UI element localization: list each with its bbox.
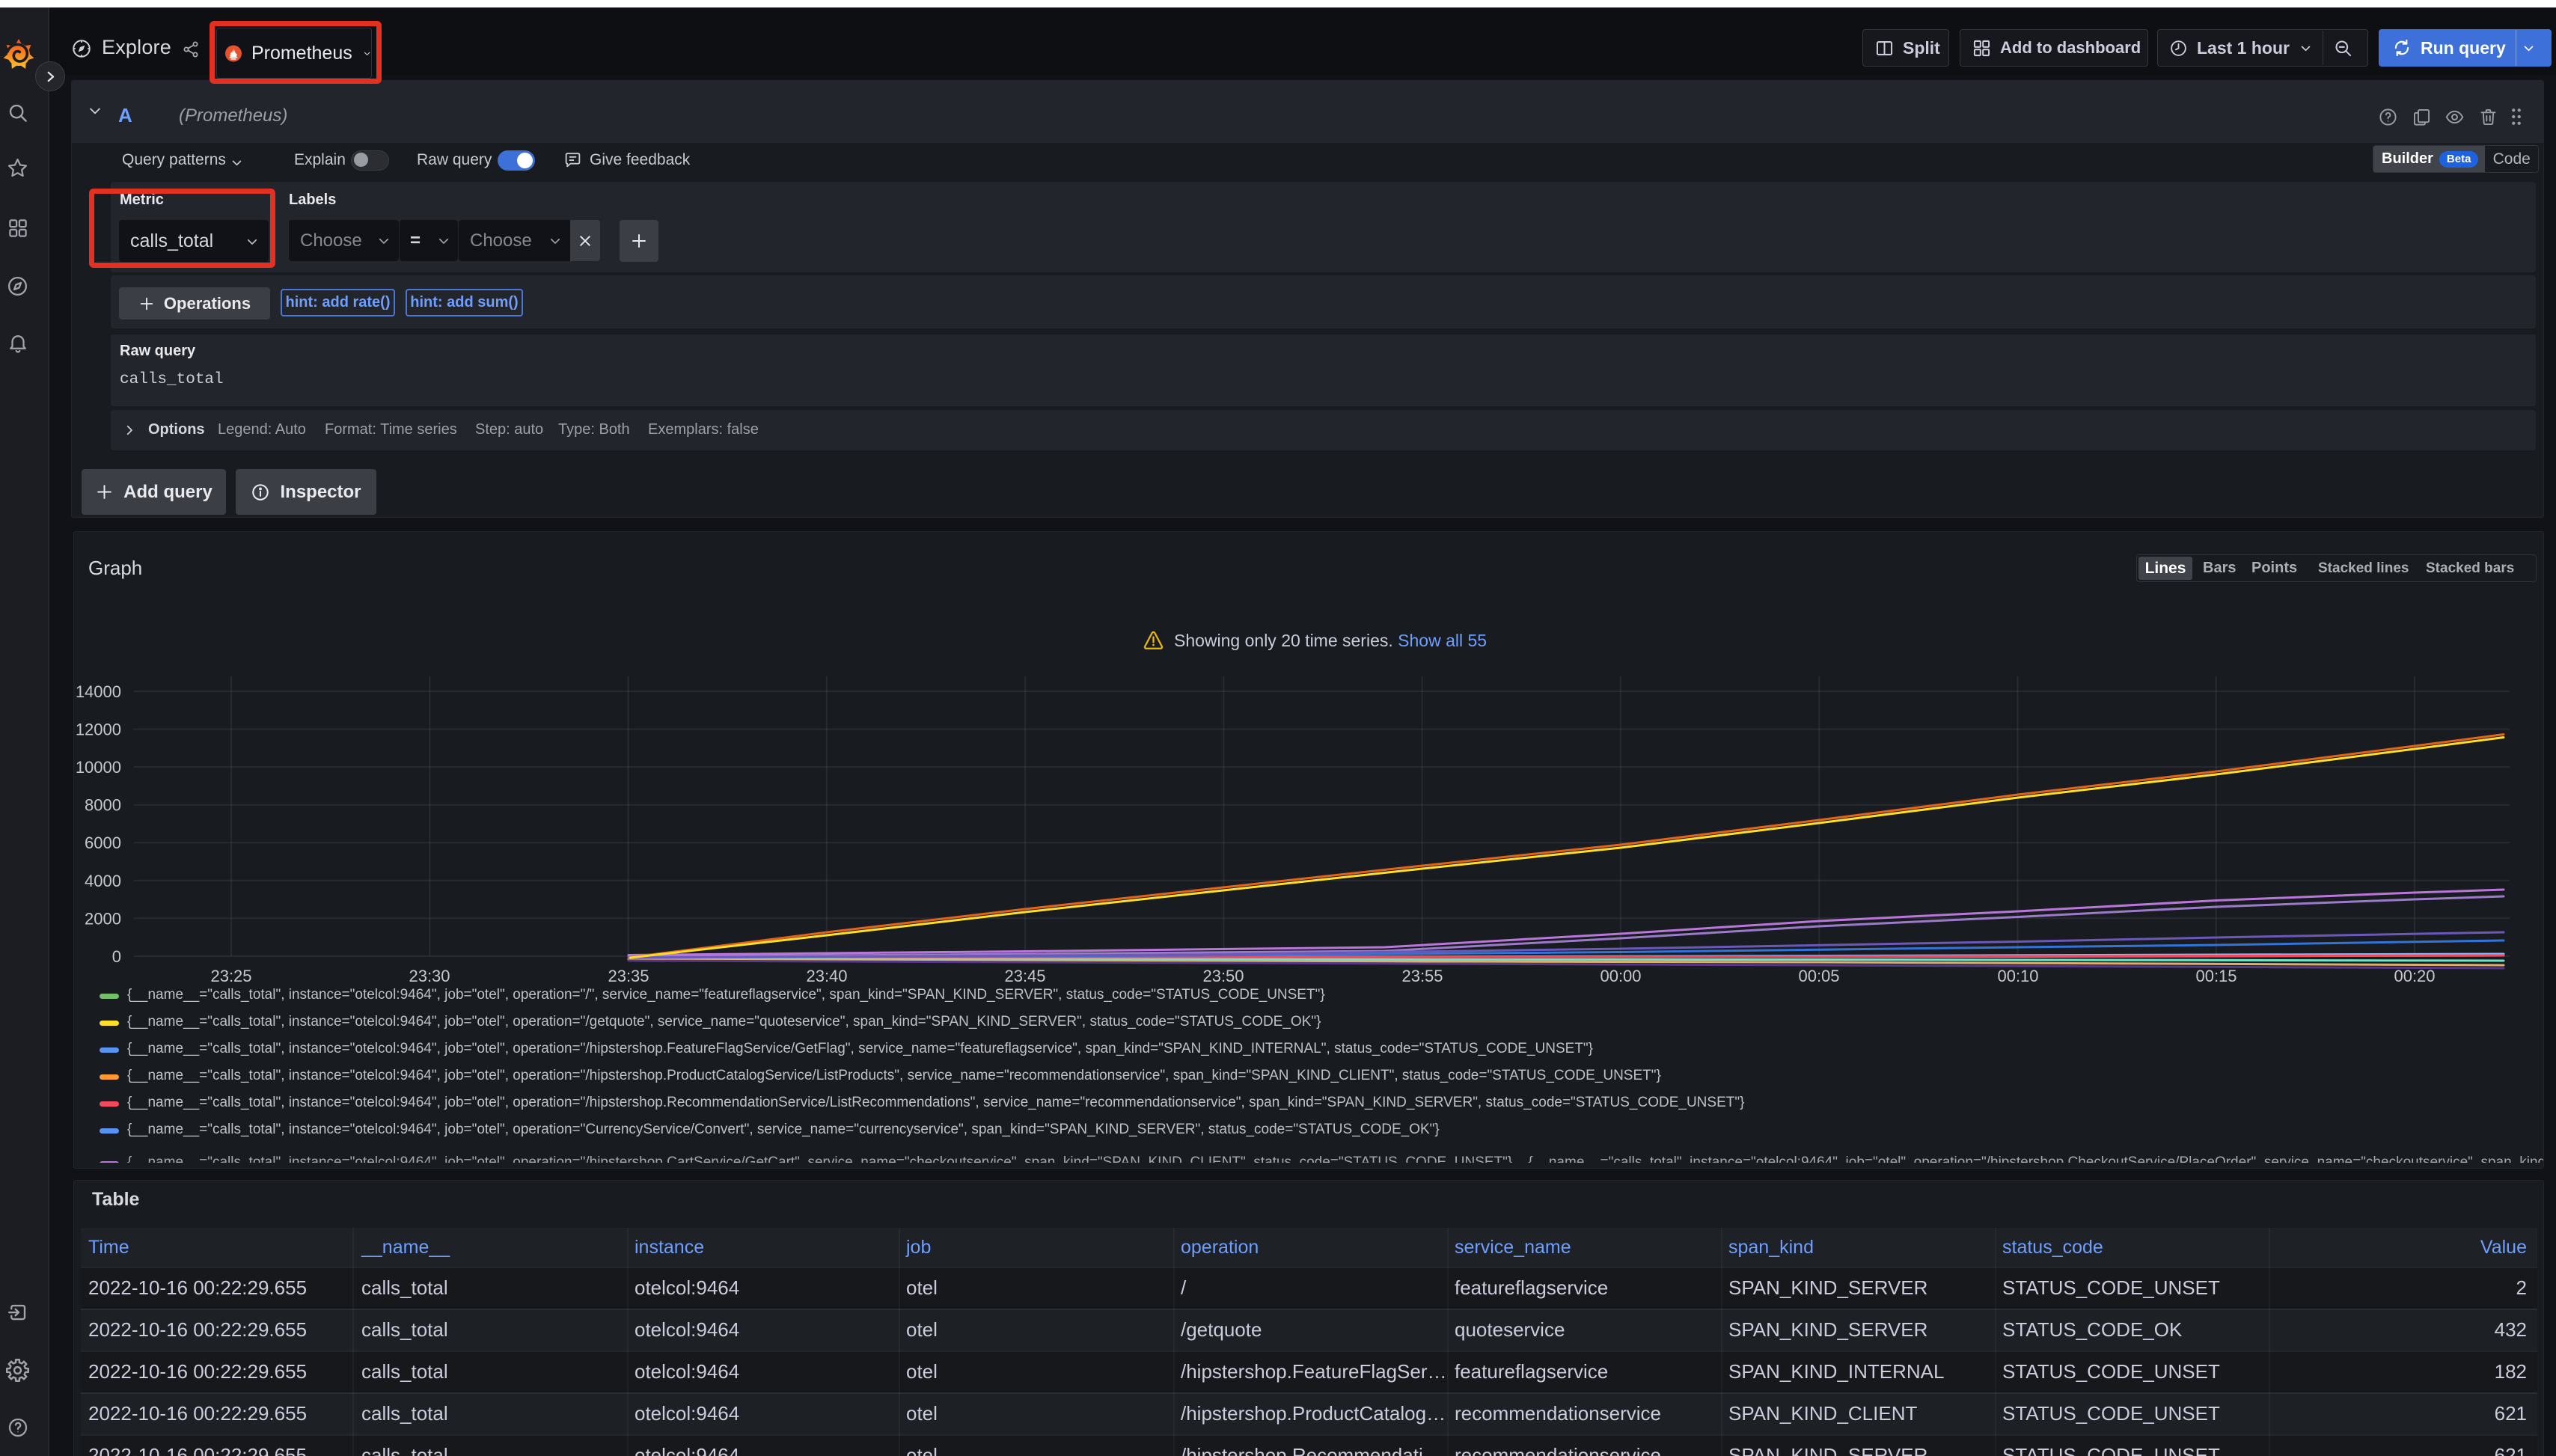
svg-text:2000: 2000 (85, 909, 121, 928)
svg-text:6000: 6000 (85, 833, 121, 852)
svg-text:23:40: 23:40 (806, 967, 847, 985)
svg-text:23:30: 23:30 (409, 967, 450, 985)
svg-text:23:50: 23:50 (1202, 967, 1244, 985)
svg-text:14000: 14000 (76, 682, 121, 701)
svg-text:23:25: 23:25 (210, 967, 251, 985)
svg-text:23:35: 23:35 (608, 967, 649, 985)
svg-text:00:20: 00:20 (2394, 967, 2435, 985)
svg-text:12000: 12000 (76, 721, 121, 739)
svg-text:10000: 10000 (76, 758, 121, 777)
svg-text:00:00: 00:00 (1600, 967, 1641, 985)
svg-text:23:45: 23:45 (1004, 967, 1045, 985)
svg-text:8000: 8000 (85, 796, 121, 815)
svg-text:4000: 4000 (85, 872, 121, 890)
svg-text:00:10: 00:10 (1997, 967, 2038, 985)
svg-text:00:05: 00:05 (1798, 967, 1839, 985)
svg-text:00:15: 00:15 (2195, 967, 2236, 985)
svg-text:0: 0 (112, 947, 121, 966)
svg-text:23:55: 23:55 (1401, 967, 1443, 985)
